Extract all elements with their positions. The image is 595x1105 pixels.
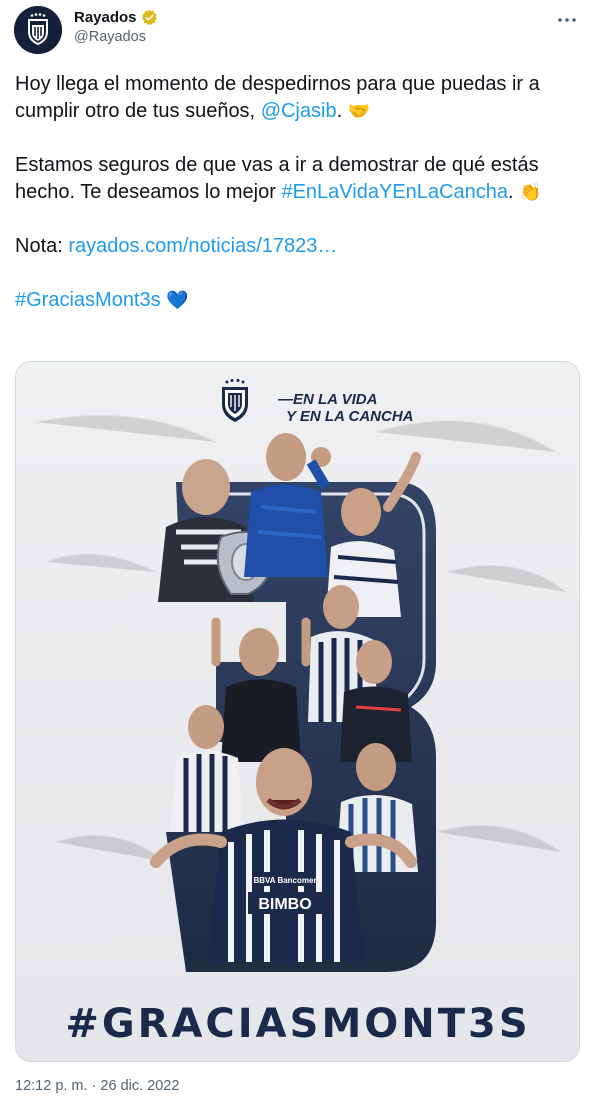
avatar[interactable]: [14, 6, 62, 54]
tweet-paragraph-2: Estamos seguros de que vas a ir a demost…: [15, 152, 585, 206]
jersey-sponsor-1: BBVA Bancomer: [253, 876, 316, 885]
jersey-sponsor-2: BIMBO: [258, 896, 311, 913]
note-label: Nota:: [15, 235, 69, 257]
slogan-line-2: Y EN LA CANCHA: [286, 408, 414, 425]
tweet-header: Rayados @Rayados: [0, 0, 595, 62]
mention-link[interactable]: @Cjasib: [261, 100, 337, 122]
poster-artwork: —EN LA VIDA Y EN LA CANCHA BBVA Bancomer…: [16, 362, 579, 1061]
clapping-hands-emoji: 👏: [519, 182, 542, 203]
hashtag-link[interactable]: #EnLaVidaYEnLaCancha: [281, 181, 507, 203]
slogan-line-1: —EN LA VIDA: [277, 391, 377, 408]
poster-hashtag: #GRACIASMONT3S: [65, 1001, 530, 1047]
hashtag-link[interactable]: #GraciasMont3s: [15, 289, 161, 311]
handshake-emoji: 🤝: [347, 101, 371, 122]
tweet-paragraph-3: Nota: rayados.com/noticias/17823…: [15, 233, 585, 260]
author-display-name[interactable]: Rayados: [74, 9, 137, 26]
tweet-media-image[interactable]: —EN LA VIDA Y EN LA CANCHA BBVA Bancomer…: [15, 361, 580, 1062]
more-options-icon[interactable]: [555, 8, 579, 32]
tweet-paragraph-4: #GraciasMont3s 💙: [15, 287, 585, 314]
blue-heart-emoji: 💙: [166, 290, 189, 311]
tweet-text-segment: .: [507, 181, 520, 203]
tweet-timestamp[interactable]: 12:12 p. m. · 26 dic. 2022: [15, 1078, 179, 1094]
article-link[interactable]: rayados.com/noticias/17823…: [68, 235, 337, 257]
tweet-paragraph-1: Hoy llega el momento de despedirnos para…: [15, 71, 585, 125]
tweet-text-segment: .: [336, 100, 348, 122]
author-handle[interactable]: @Rayados: [74, 29, 158, 45]
verified-badge-icon: [141, 9, 158, 26]
tweet-text: Hoy llega el momento de despedirnos para…: [15, 71, 585, 341]
rayados-crest-icon: [14, 6, 62, 54]
